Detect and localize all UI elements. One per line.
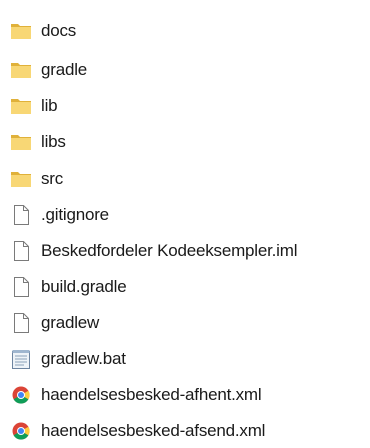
file-icon (10, 241, 32, 261)
file-name: gradlew.bat (41, 349, 126, 368)
list-item-gradle[interactable]: gradle (0, 53, 370, 87)
file-name: lib (41, 96, 58, 115)
folder-icon (10, 60, 32, 80)
folder-icon (10, 21, 32, 41)
chrome-icon (10, 385, 32, 405)
file-name: .gitignore (41, 205, 109, 224)
file-icon (10, 277, 32, 297)
file-name: Beskedfordeler Kodeeksempler.iml (41, 241, 298, 260)
list-item-gradlew[interactable]: gradlew (0, 306, 370, 340)
list-item-docs[interactable]: docs (0, 14, 370, 48)
file-name: src (41, 169, 64, 188)
file-icon (10, 205, 32, 225)
file-name: docs (41, 21, 77, 40)
list-item-iml[interactable]: Beskedfordeler Kodeeksempler.iml (0, 234, 370, 268)
file-name: haendelsesbesked-afsend.xml (41, 421, 266, 440)
file-name: build.gradle (41, 277, 127, 296)
file-icon (10, 313, 32, 333)
list-item-lib[interactable]: lib (0, 89, 370, 123)
folder-icon (10, 169, 32, 189)
list-item-afhent-xml[interactable]: haendelsesbesked-afhent.xml (0, 378, 370, 412)
file-name: libs (41, 132, 66, 151)
list-item-gitignore[interactable]: .gitignore (0, 198, 370, 232)
file-name: haendelsesbesked-afhent.xml (41, 385, 262, 404)
file-list: docs gradle lib libs src .gitignore Besk… (0, 0, 370, 448)
batch-file-icon (10, 349, 32, 369)
list-item-gradlew-bat[interactable]: gradlew.bat (0, 342, 370, 376)
list-item-afsend-xml[interactable]: haendelsesbesked-afsend.xml (0, 414, 370, 448)
list-item-src[interactable]: src (0, 162, 370, 196)
folder-icon (10, 96, 32, 116)
list-item-build-gradle[interactable]: build.gradle (0, 270, 370, 304)
file-name: gradlew (41, 313, 100, 332)
file-name: gradle (41, 60, 88, 79)
chrome-icon (10, 421, 32, 441)
folder-icon (10, 132, 32, 152)
list-item-libs[interactable]: libs (0, 125, 370, 159)
